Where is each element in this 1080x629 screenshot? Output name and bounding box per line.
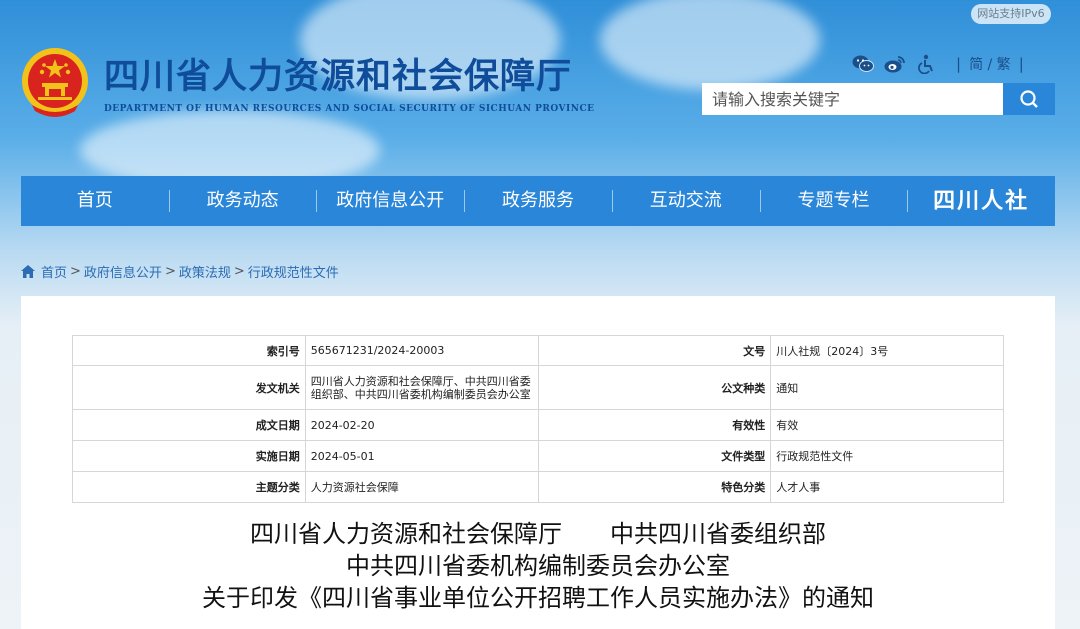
ipv6-badge: 网站支持IPv6 <box>971 4 1051 24</box>
site-subtitle: DEPARTMENT OF HUMAN RESOURCES AND SOCIAL… <box>104 104 595 114</box>
date-value: 2024-02-20 <box>304 409 539 441</box>
impl-date-label: 实施日期 <box>72 440 306 472</box>
search-input[interactable] <box>702 83 1003 115</box>
docno-value: 川人社规〔2024〕3号 <box>770 335 1004 366</box>
document-title-line: 四川省人力资源和社会保障厅 中共四川省委组织部 <box>250 520 826 548</box>
breadcrumb-separator: > <box>70 264 81 279</box>
date-label: 成文日期 <box>72 409 306 441</box>
breadcrumb: 首页 > 政府信息公开 > 政策法规 > 行政规范性文件 <box>21 262 339 281</box>
filetype-label: 文件类型 <box>537 440 772 472</box>
category-value: 通知 <box>770 365 1004 410</box>
impl-date-value: 2024-05-01 <box>304 440 539 472</box>
nav-topics[interactable]: 专题专栏 <box>759 176 908 226</box>
category-label: 公文种类 <box>537 365 772 410</box>
table-row: 主题分类 人力资源社会保障 特色分类 人才人事 <box>72 471 1004 503</box>
document-metadata-table: 索引号 565671231/2024-20003 文号 川人社规〔2024〕3号… <box>72 335 1004 503</box>
index-value: 565671231/2024-20003 <box>304 335 539 366</box>
issuer-value: 四川省人力资源和社会保障厅、中共四川省委组织部、中共四川省委机构编制委员会办公室 <box>304 365 539 410</box>
national-emblem-logo <box>22 48 88 117</box>
feature-value: 人才人事 <box>770 471 1004 503</box>
nav-news[interactable]: 政务动态 <box>168 176 317 226</box>
content-panel: 索引号 565671231/2024-20003 文号 川人社规〔2024〕3号… <box>21 296 1055 629</box>
feature-label: 特色分类 <box>537 471 772 503</box>
index-label: 索引号 <box>72 335 306 366</box>
topic-label: 主题分类 <box>72 471 306 503</box>
breadcrumb-info-disclosure[interactable]: 政府信息公开 <box>84 262 162 281</box>
table-row: 成文日期 2024-02-20 有效性 有效 <box>72 409 1004 441</box>
nav-info-disclosure[interactable]: 政府信息公开 <box>316 176 464 226</box>
home-icon <box>21 265 35 278</box>
breadcrumb-policy[interactable]: 政策法规 <box>179 262 231 281</box>
breadcrumb-home[interactable]: 首页 <box>41 262 67 281</box>
search-icon <box>1020 90 1038 108</box>
docno-label: 文号 <box>537 335 772 366</box>
divider: | <box>1018 55 1024 73</box>
search-button[interactable] <box>1003 83 1055 115</box>
weibo-icon[interactable] <box>884 53 906 75</box>
nav-interaction[interactable]: 互动交流 <box>611 176 760 226</box>
validity-label: 有效性 <box>537 409 772 441</box>
document-title: 四川省人力资源和社会保障厅 中共四川省委组织部 中共四川省委机构编制委员会办公室… <box>21 518 1055 614</box>
filetype-value: 行政规范性文件 <box>770 440 1004 472</box>
table-row: 实施日期 2024-05-01 文件类型 行政规范性文件 <box>72 440 1004 472</box>
table-row: 发文机关 四川省人力资源和社会保障厅、中共四川省委组织部、中共四川省委机构编制委… <box>72 365 1004 410</box>
document-title-line: 关于印发《四川省事业单位公开招聘工作人员实施办法》的通知 <box>202 584 874 612</box>
document-title-line: 中共四川省委机构编制委员会办公室 <box>346 552 730 580</box>
table-row: 索引号 565671231/2024-20003 文号 川人社规〔2024〕3号 <box>72 335 1004 366</box>
breadcrumb-normative-docs[interactable]: 行政规范性文件 <box>248 262 339 281</box>
main-nav: 首页 政务动态 政府信息公开 政务服务 互动交流 专题专栏 四川人社 <box>21 176 1055 226</box>
language-toggle[interactable]: 简 / 繁 <box>969 54 1011 74</box>
header-tools: | 简 / 繁 | <box>852 52 1032 76</box>
wechat-icon[interactable] <box>852 53 874 75</box>
divider: | <box>956 55 962 73</box>
nav-services[interactable]: 政务服务 <box>464 176 612 226</box>
issuer-label: 发文机关 <box>72 365 306 410</box>
accessibility-icon[interactable] <box>916 53 938 75</box>
validity-value: 有效 <box>770 409 1004 441</box>
sichuan-renshe-logo[interactable]: 四川人社 <box>907 176 1055 226</box>
topic-value: 人力资源社会保障 <box>304 471 539 503</box>
site-title: 四川省人力资源和社会保障厅 <box>104 56 573 97</box>
breadcrumb-separator: > <box>233 264 245 279</box>
breadcrumb-separator: > <box>164 264 176 279</box>
nav-home[interactable]: 首页 <box>21 176 169 226</box>
